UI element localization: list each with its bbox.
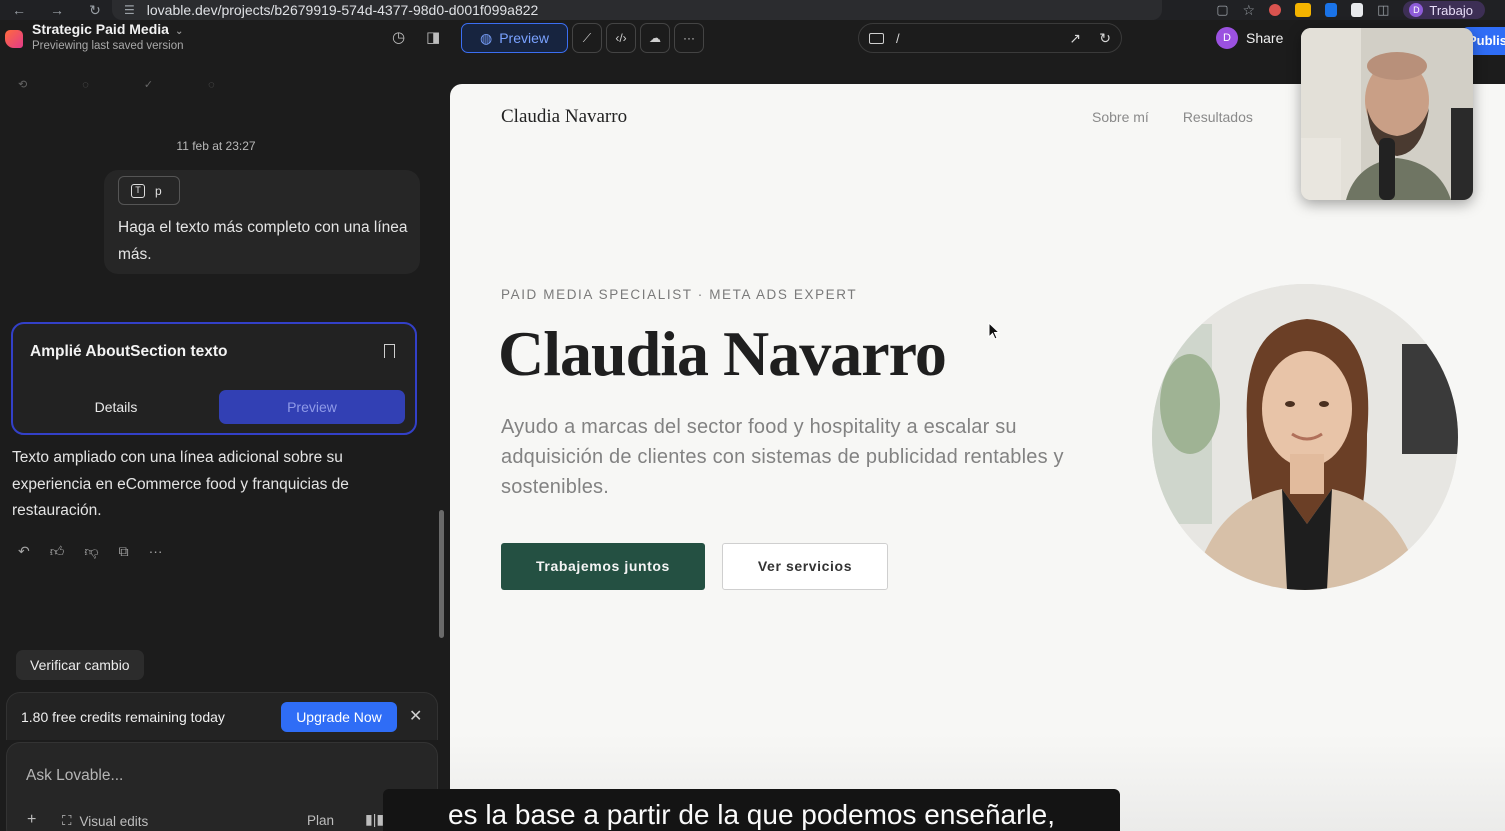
credits-banner: 1.80 free credits remaining today Upgrad…	[6, 692, 438, 740]
preview-button[interactable]: ◍ Preview	[461, 23, 568, 53]
nav-link-results[interactable]: Resultados	[1183, 109, 1253, 125]
history-icon[interactable]: ◷	[392, 29, 405, 47]
screen: ← → ↻ ☰ lovable.dev/projects/b2679919-57…	[0, 0, 1505, 831]
url-text: lovable.dev/projects/b2679919-574d-4377-…	[146, 2, 539, 18]
more-button[interactable]: ···	[674, 23, 704, 53]
globe-icon: ◍	[479, 29, 493, 46]
lovable-logo[interactable]	[5, 30, 23, 48]
verify-change-button[interactable]: Verificar cambio	[16, 650, 144, 680]
share-label: Share	[1246, 30, 1284, 46]
extension-doc-icon[interactable]	[1351, 3, 1364, 17]
app-toolbar: Strategic Paid Media ⌄ Previewing last sa…	[0, 20, 1505, 84]
cloud-icon: ☁	[649, 31, 661, 45]
mouse-cursor-icon	[988, 322, 1000, 340]
browser-toolbar: ← → ↻ ☰ lovable.dev/projects/b2679919-57…	[0, 0, 1505, 20]
thumbs-down-icon[interactable]: 👎︎	[84, 543, 98, 560]
project-name-label: Strategic Paid Media	[32, 21, 169, 37]
hero-description: Ayudo a marcas del sector food y hospita…	[501, 416, 1064, 498]
route-path: /	[896, 30, 900, 46]
chat-composer[interactable]: Ask Lovable... + ⛶ Visual edits Plan ▮|▮	[6, 742, 438, 831]
webcam-person-image	[1301, 28, 1473, 200]
browser-extensions: ▢ ☆ ◫ D Trabajo	[1216, 0, 1505, 20]
bookmark-star-icon[interactable]: ☆	[1243, 2, 1256, 19]
reload-icon[interactable]: ↻	[76, 1, 114, 19]
upgrade-button[interactable]: Upgrade Now	[281, 702, 397, 732]
extension-blue-icon[interactable]	[1325, 3, 1338, 17]
plan-button[interactable]: Plan	[307, 813, 334, 828]
extensions-puzzle-icon[interactable]: ◫	[1377, 2, 1389, 18]
hero-eyebrow: PAID MEDIA SPECIALIST · META ADS EXPERT	[501, 287, 858, 302]
site-settings-icon[interactable]: ☰	[124, 3, 135, 17]
composer-placeholder[interactable]: Ask Lovable...	[26, 767, 123, 785]
close-icon[interactable]: ✕	[409, 706, 422, 726]
message-actions: ↶ 👍︎ 👎︎ ⧉ ···	[18, 543, 163, 560]
project-status: Previewing last saved version	[32, 40, 184, 52]
profile-photo-illustration	[1152, 284, 1458, 590]
nav-link-about[interactable]: Sobre mí	[1092, 109, 1149, 125]
text-element-icon: T	[131, 183, 145, 198]
visual-edits-icon: ⛶	[62, 813, 72, 828]
forward-icon[interactable]: →	[38, 1, 76, 19]
code-icon: ‹/›	[615, 31, 627, 45]
code-button[interactable]: ‹/›	[606, 23, 636, 53]
refresh-icon[interactable]: ↻	[1099, 30, 1111, 47]
site-brand[interactable]: Claudia Navarro	[501, 106, 627, 128]
share-button[interactable]: D Share	[1216, 27, 1283, 49]
extension-red-icon[interactable]	[1269, 4, 1282, 16]
change-card: Amplié AboutSection texto Details Previe…	[11, 322, 417, 435]
cloud-button[interactable]: ☁	[640, 23, 670, 53]
undo-icon[interactable]: ↶	[18, 543, 30, 560]
install-icon[interactable]: ▢	[1216, 2, 1228, 18]
credits-text: 1.80 free credits remaining today	[21, 709, 225, 725]
visual-edits-button[interactable]: ⛶ Visual edits	[62, 813, 148, 829]
message-date: 11 feb at 23:27	[176, 139, 256, 153]
element-chip-label: p	[155, 183, 162, 198]
device-monitor-icon[interactable]	[869, 32, 884, 44]
chart-icon: ⟋	[582, 30, 592, 45]
voice-icon[interactable]: ▮|▮	[365, 811, 384, 828]
sidebar-toggle-icon[interactable]: ◨	[426, 29, 440, 47]
cta-services-button[interactable]: Ver servicios	[722, 543, 888, 590]
assistant-reply: Texto ampliado con una línea adicional s…	[12, 449, 349, 519]
add-icon[interactable]: +	[27, 811, 36, 829]
extension-folder-icon[interactable]	[1295, 3, 1312, 17]
previous-message-actions: ⟲ ◌ ✓ ◌	[18, 79, 241, 91]
user-message-text: Haga el texto más completo con una línea…	[118, 219, 408, 263]
profile-button[interactable]: D Trabajo	[1403, 1, 1485, 19]
profile-avatar: D	[1409, 3, 1424, 17]
project-name[interactable]: Strategic Paid Media ⌄	[32, 21, 183, 37]
chevron-down-icon: ⌄	[174, 26, 184, 37]
visual-edits-label: Visual edits	[79, 813, 149, 829]
route-bar[interactable]: / ↗ ↻	[858, 23, 1122, 53]
user-message: T p Haga el texto más completo con una l…	[104, 170, 420, 274]
webcam-overlay	[1301, 28, 1473, 200]
back-icon[interactable]: ←	[0, 1, 38, 19]
change-card-title: Amplié AboutSection texto	[30, 343, 228, 360]
chat-scrollbar[interactable]	[439, 510, 444, 638]
video-subtitle: es la base a partir de la que podemos en…	[383, 789, 1120, 831]
profile-photo	[1152, 284, 1458, 590]
open-external-icon[interactable]: ↗	[1069, 30, 1081, 47]
profile-name: Trabajo	[1429, 2, 1473, 18]
more-icon: ···	[683, 31, 695, 45]
bookmark-icon[interactable]	[384, 344, 395, 358]
cta-work-together-button[interactable]: Trabajemos juntos	[501, 543, 705, 590]
chat-sidebar: ⟲ ◌ ✓ ◌ 11 feb at 23:27 T p Haga el text…	[0, 79, 450, 831]
thumbs-up-icon[interactable]: 👍︎	[50, 543, 65, 560]
hero-title: Claudia Navarro	[498, 318, 947, 389]
more-icon[interactable]: ···	[149, 543, 163, 560]
element-chip[interactable]: T p	[118, 176, 180, 205]
address-bar[interactable]: ☰ lovable.dev/projects/b2679919-574d-437…	[112, 0, 1162, 20]
tab-details[interactable]: Details	[23, 390, 209, 424]
preview-button-label: Preview	[499, 30, 549, 46]
site-nav: Sobre mí Resultados	[1092, 109, 1253, 125]
analytics-button[interactable]: ⟋	[572, 23, 602, 53]
copy-icon[interactable]: ⧉	[119, 543, 129, 560]
tab-preview[interactable]: Preview	[219, 390, 405, 424]
user-avatar: D	[1216, 27, 1238, 49]
